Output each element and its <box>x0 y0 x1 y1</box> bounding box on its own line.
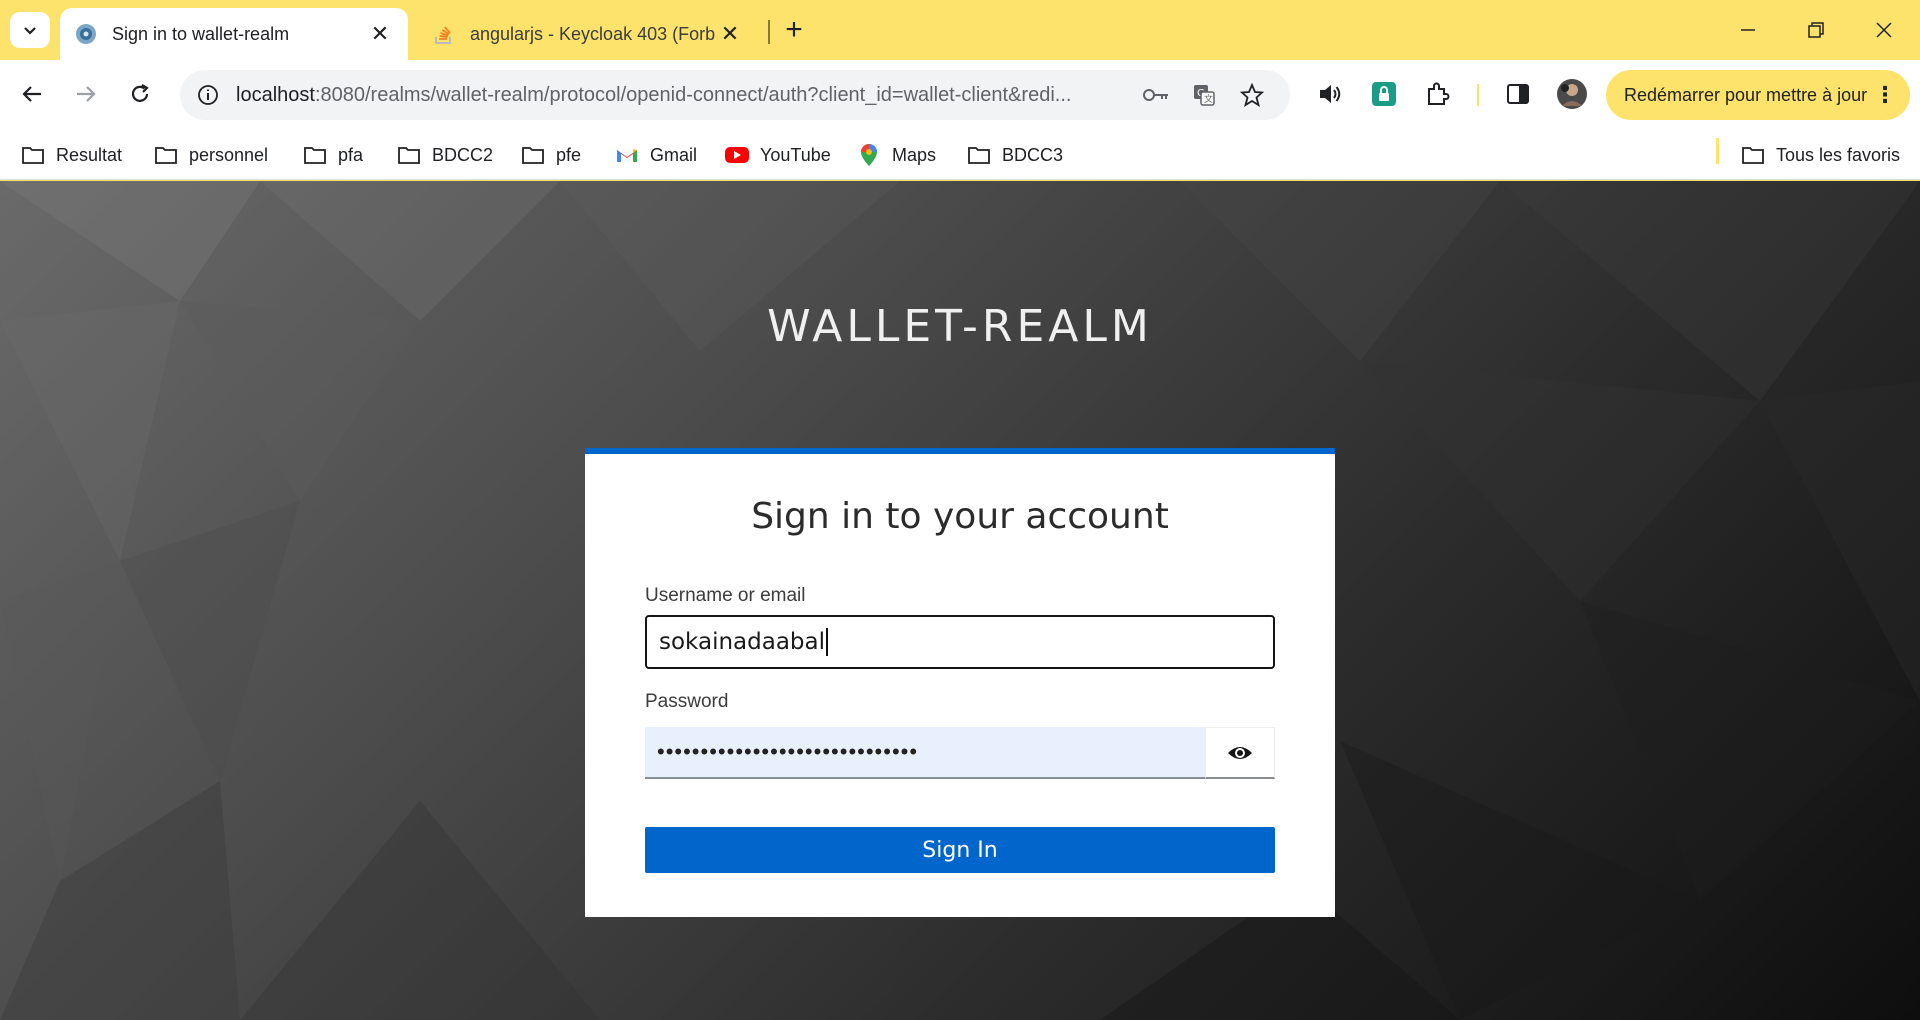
arrow-right-icon <box>77 86 96 102</box>
folder-icon <box>520 143 546 167</box>
bookmark-gmail[interactable]: Gmail <box>614 138 697 172</box>
back-button[interactable] <box>12 74 52 114</box>
close-window-button[interactable] <box>1858 10 1910 50</box>
tab-title: Sign in to wallet-realm <box>112 23 290 44</box>
folder-icon <box>1740 143 1766 167</box>
keycloak-favicon-icon <box>76 24 96 44</box>
reload-button[interactable] <box>120 74 160 114</box>
bookmark-pfa[interactable]: pfa <box>302 138 363 172</box>
toolbar-separator <box>1477 84 1479 106</box>
maps-icon <box>856 143 882 167</box>
bookmark-bdcc3[interactable]: BDCC3 <box>966 138 1063 172</box>
login-page: WALLET-REALM Sign in to your account Use… <box>0 181 1920 1020</box>
bookmarks-separator <box>1716 138 1719 164</box>
update-button[interactable]: Redémarrer pour mettre à jour ⋮ <box>1606 70 1910 120</box>
side-panel-icon[interactable] <box>1498 74 1538 114</box>
sign-in-button[interactable]: Sign In <box>645 827 1275 873</box>
close-icon[interactable]: ✕ <box>716 20 744 48</box>
bookmark-resultat[interactable]: Resultat <box>20 138 122 172</box>
eye-icon <box>1228 746 1252 759</box>
bookmark-pfe[interactable]: pfe <box>520 138 581 172</box>
svg-text:文: 文 <box>1204 93 1213 105</box>
tab-title: angularjs - Keycloak 403 (Forbid <box>470 23 716 44</box>
realm-title: WALLET-REALM <box>767 301 1153 352</box>
folder-icon <box>20 143 46 167</box>
folder-icon <box>966 143 992 167</box>
bookmark-label: BDCC3 <box>1002 144 1064 165</box>
arrow-left-icon <box>22 86 41 102</box>
restore-button[interactable] <box>1790 10 1842 50</box>
bookmark-label: personnel <box>189 144 269 165</box>
bookmark-label: pfa <box>338 144 364 165</box>
reload-icon <box>131 84 149 102</box>
username-field[interactable]: sokainadaabal <box>645 615 1275 669</box>
chevron-down-icon <box>24 27 36 35</box>
address-bar[interactable]: localhost:8080/realms/wallet-realm/proto… <box>180 70 1290 120</box>
password-manager-extension-icon[interactable] <box>1364 74 1404 114</box>
browser-toolbar: localhost:8080/realms/wallet-realm/proto… <box>0 60 1920 130</box>
minimize-icon <box>1741 29 1755 31</box>
avatar[interactable] <box>1552 74 1592 114</box>
bookmark-bdcc2[interactable]: BDCC2 <box>396 138 493 172</box>
username-value: sokainadaabal <box>659 629 825 655</box>
all-bookmarks-button[interactable]: Tous les favoris <box>1740 138 1900 172</box>
key-icon[interactable] <box>1138 77 1174 113</box>
tab-strip: Sign in to wallet-realm ✕ angularjs - Ke… <box>0 0 1920 60</box>
youtube-icon <box>724 143 750 167</box>
bookmark-label: Gmail <box>650 144 698 165</box>
update-button-label: Redémarrer pour mettre à jour <box>1624 84 1868 105</box>
bookmark-youtube[interactable]: YouTube <box>724 138 831 172</box>
password-field[interactable]: •••••••••••••••••••••••••••••• <box>645 727 1205 779</box>
close-icon[interactable]: ✕ <box>366 20 394 48</box>
login-card: Sign in to your account Username or emai… <box>585 448 1335 917</box>
forward-button[interactable] <box>66 74 106 114</box>
all-bookmarks-label: Tous les favoris <box>1776 144 1901 165</box>
bookmark-label: YouTube <box>760 144 831 165</box>
minimize-button[interactable] <box>1722 10 1774 50</box>
tab-sign-in[interactable]: Sign in to wallet-realm ✕ <box>60 8 408 60</box>
bookmark-label: Maps <box>892 144 937 165</box>
translate-icon[interactable]: G文 <box>1186 77 1222 113</box>
kebab-menu-icon[interactable]: ⋮ <box>1874 82 1896 108</box>
bookmark-label: pfe <box>556 144 582 165</box>
bookmark-personnel[interactable]: personnel <box>153 138 268 172</box>
bookmark-maps[interactable]: Maps <box>856 138 936 172</box>
tab-stackoverflow[interactable]: angularjs - Keycloak 403 (Forbid ✕ <box>418 8 758 60</box>
bookmark-label: BDCC2 <box>432 144 494 165</box>
bookmarks-bar: Resultat personnel pfa BDCC2 pfe Gmail Y… <box>0 130 1920 180</box>
new-tab-button[interactable]: + <box>778 13 810 46</box>
site-info-icon[interactable] <box>190 77 226 113</box>
stackoverflow-favicon-icon <box>435 26 451 44</box>
folder-icon <box>396 143 422 167</box>
page-title: Sign in to your account <box>751 496 1169 537</box>
extensions-icon[interactable] <box>1418 74 1458 114</box>
password-label: Password <box>645 691 729 712</box>
audio-icon[interactable] <box>1310 74 1350 114</box>
folder-icon <box>153 143 179 167</box>
star-icon[interactable] <box>1234 77 1270 113</box>
folder-icon <box>302 143 328 167</box>
tab-separator <box>768 20 770 44</box>
restore-icon <box>1808 22 1824 38</box>
gmail-icon <box>614 143 640 167</box>
tab-search-button[interactable] <box>10 12 50 48</box>
show-password-button[interactable] <box>1205 727 1275 779</box>
bookmark-label: Resultat <box>56 144 123 165</box>
close-icon <box>1876 22 1892 38</box>
password-value: •••••••••••••••••••••••••••••• <box>657 739 919 764</box>
text-cursor <box>826 628 828 656</box>
username-label: Username or email <box>645 585 806 606</box>
url-text: localhost:8080/realms/wallet-realm/proto… <box>236 83 1072 106</box>
